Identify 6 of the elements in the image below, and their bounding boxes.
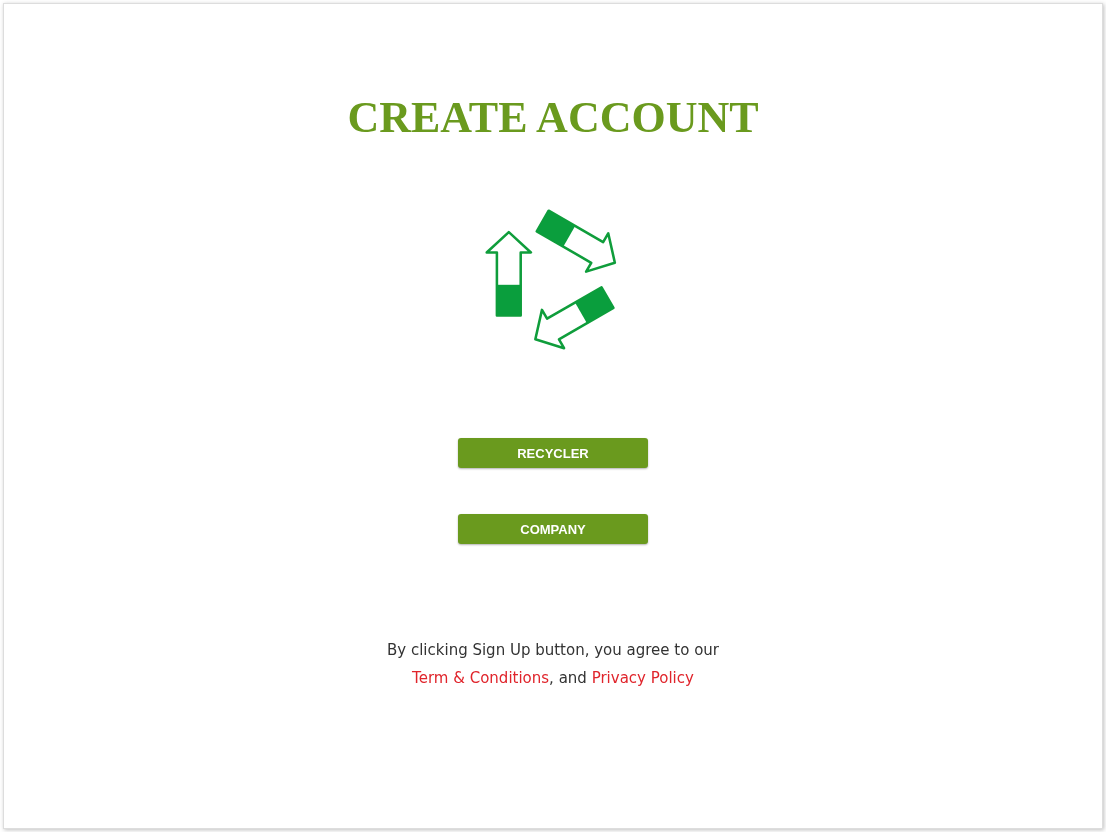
terms-link[interactable]: Term & Conditions: [412, 669, 550, 687]
page-title: CREATE ACCOUNT: [347, 92, 759, 143]
terms-notice: By clicking Sign Up button, you agree to our Term & Conditions, and Privacy Policy: [387, 640, 719, 689]
account-type-button[interactable]: RECYCLER: [458, 438, 648, 468]
terms-link[interactable]: Privacy Policy: [591, 669, 694, 687]
account-type-button[interactable]: COMPANY: [458, 514, 648, 544]
